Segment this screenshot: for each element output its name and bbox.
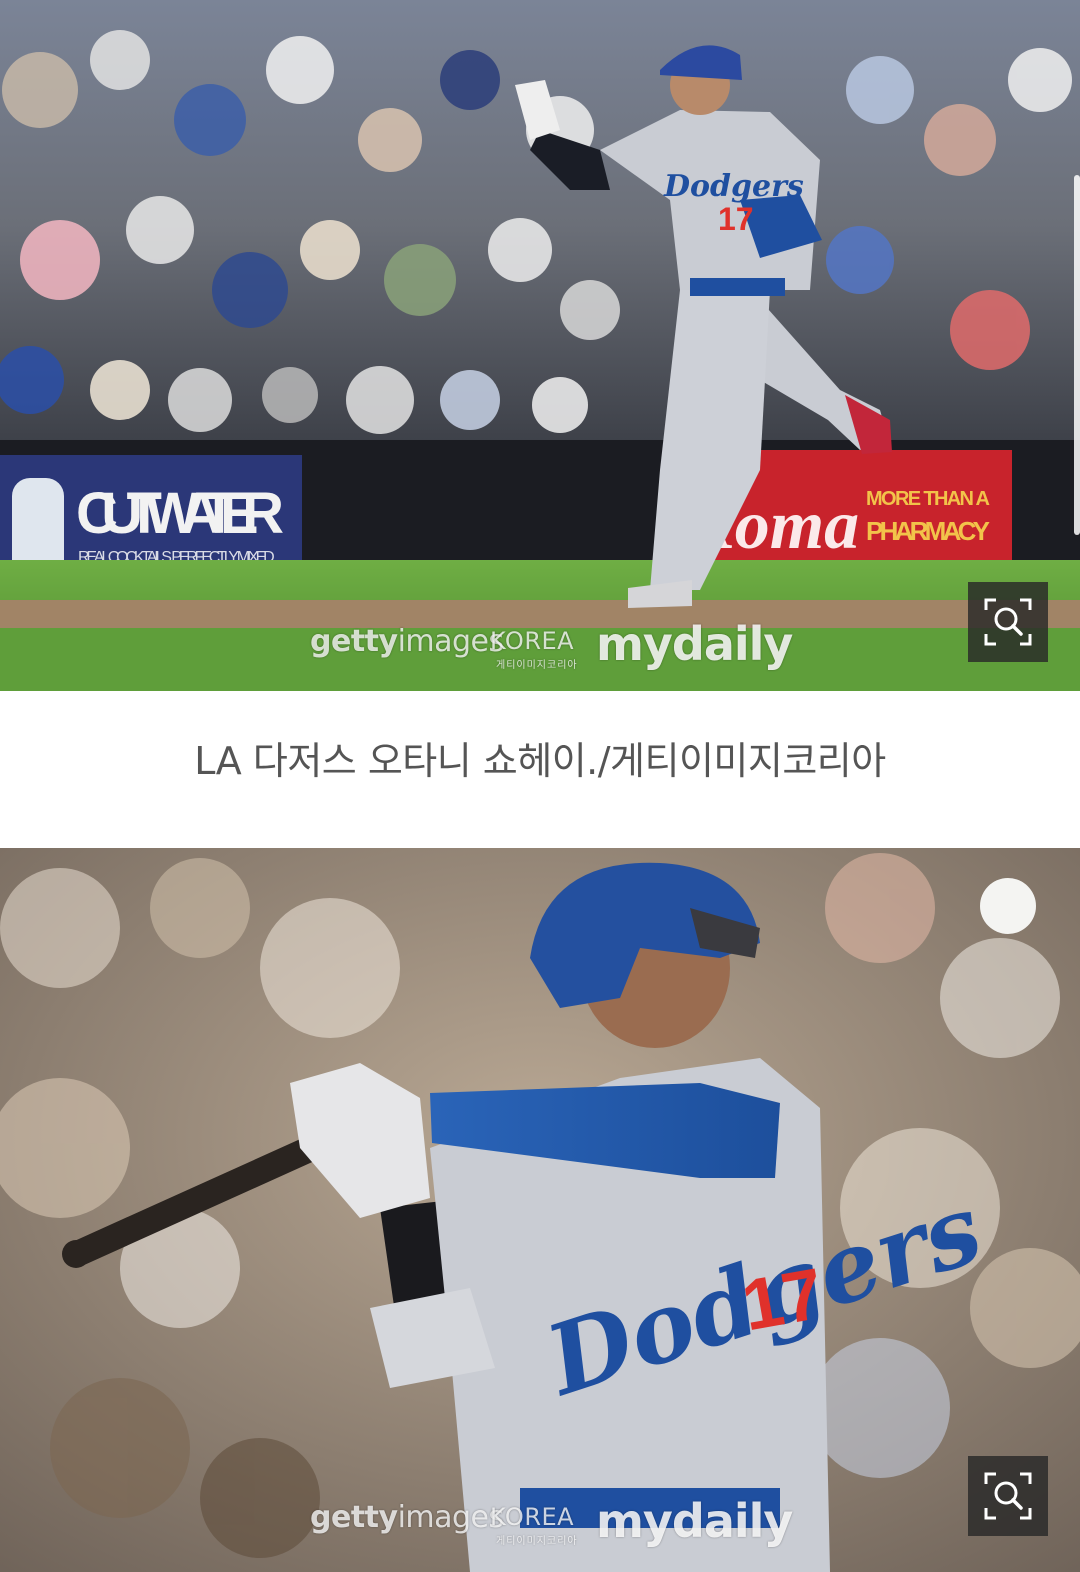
- zoom-search-icon: [984, 1472, 1032, 1520]
- getty-watermark: gettyimages: [310, 624, 504, 659]
- zoom-button-photo-2[interactable]: [968, 1456, 1048, 1536]
- getty-korea-watermark: KOREA: [490, 627, 575, 655]
- photo-1-scene: CUTWATER REAL COCKTAILS. PERFECTLY MIXED…: [0, 0, 1080, 691]
- article-photo-2: Dodgers 17 gettyimages KOREA 게티이미지코리아 my…: [0, 848, 1080, 1572]
- svg-text:MORE THAN A: MORE THAN A: [866, 488, 990, 510]
- getty-korea-sub-watermark: 게티이미지코리아: [496, 660, 578, 671]
- cutwater-sign-text: CUTWATER: [76, 481, 284, 546]
- getty-watermark: gettyimages: [310, 1500, 504, 1535]
- zoom-button-photo-1[interactable]: [968, 582, 1048, 662]
- scrollbar-indicator[interactable]: [1074, 175, 1080, 535]
- jersey-number-text-1: 17: [718, 201, 754, 237]
- jersey-team-text-1: Dodgers: [663, 169, 804, 204]
- getty-korea-sub-watermark: 게티이미지코리아: [496, 1536, 578, 1547]
- photo-2-scene: Dodgers 17: [0, 848, 1080, 1572]
- svg-text:PHARMACY: PHARMACY: [866, 516, 990, 546]
- getty-korea-watermark: KOREA: [490, 1503, 575, 1531]
- zoom-search-icon: [984, 598, 1032, 646]
- mydaily-watermark: mydaily: [596, 617, 793, 671]
- article-photo-1: CUTWATER REAL COCKTAILS. PERFECTLY MIXED…: [0, 0, 1080, 691]
- mydaily-watermark: mydaily: [596, 1494, 793, 1548]
- photo-caption: LA 다저스 오타니 쇼헤이./게티이미지코리아: [194, 739, 886, 783]
- jersey-number-text-2: 17: [736, 1254, 829, 1347]
